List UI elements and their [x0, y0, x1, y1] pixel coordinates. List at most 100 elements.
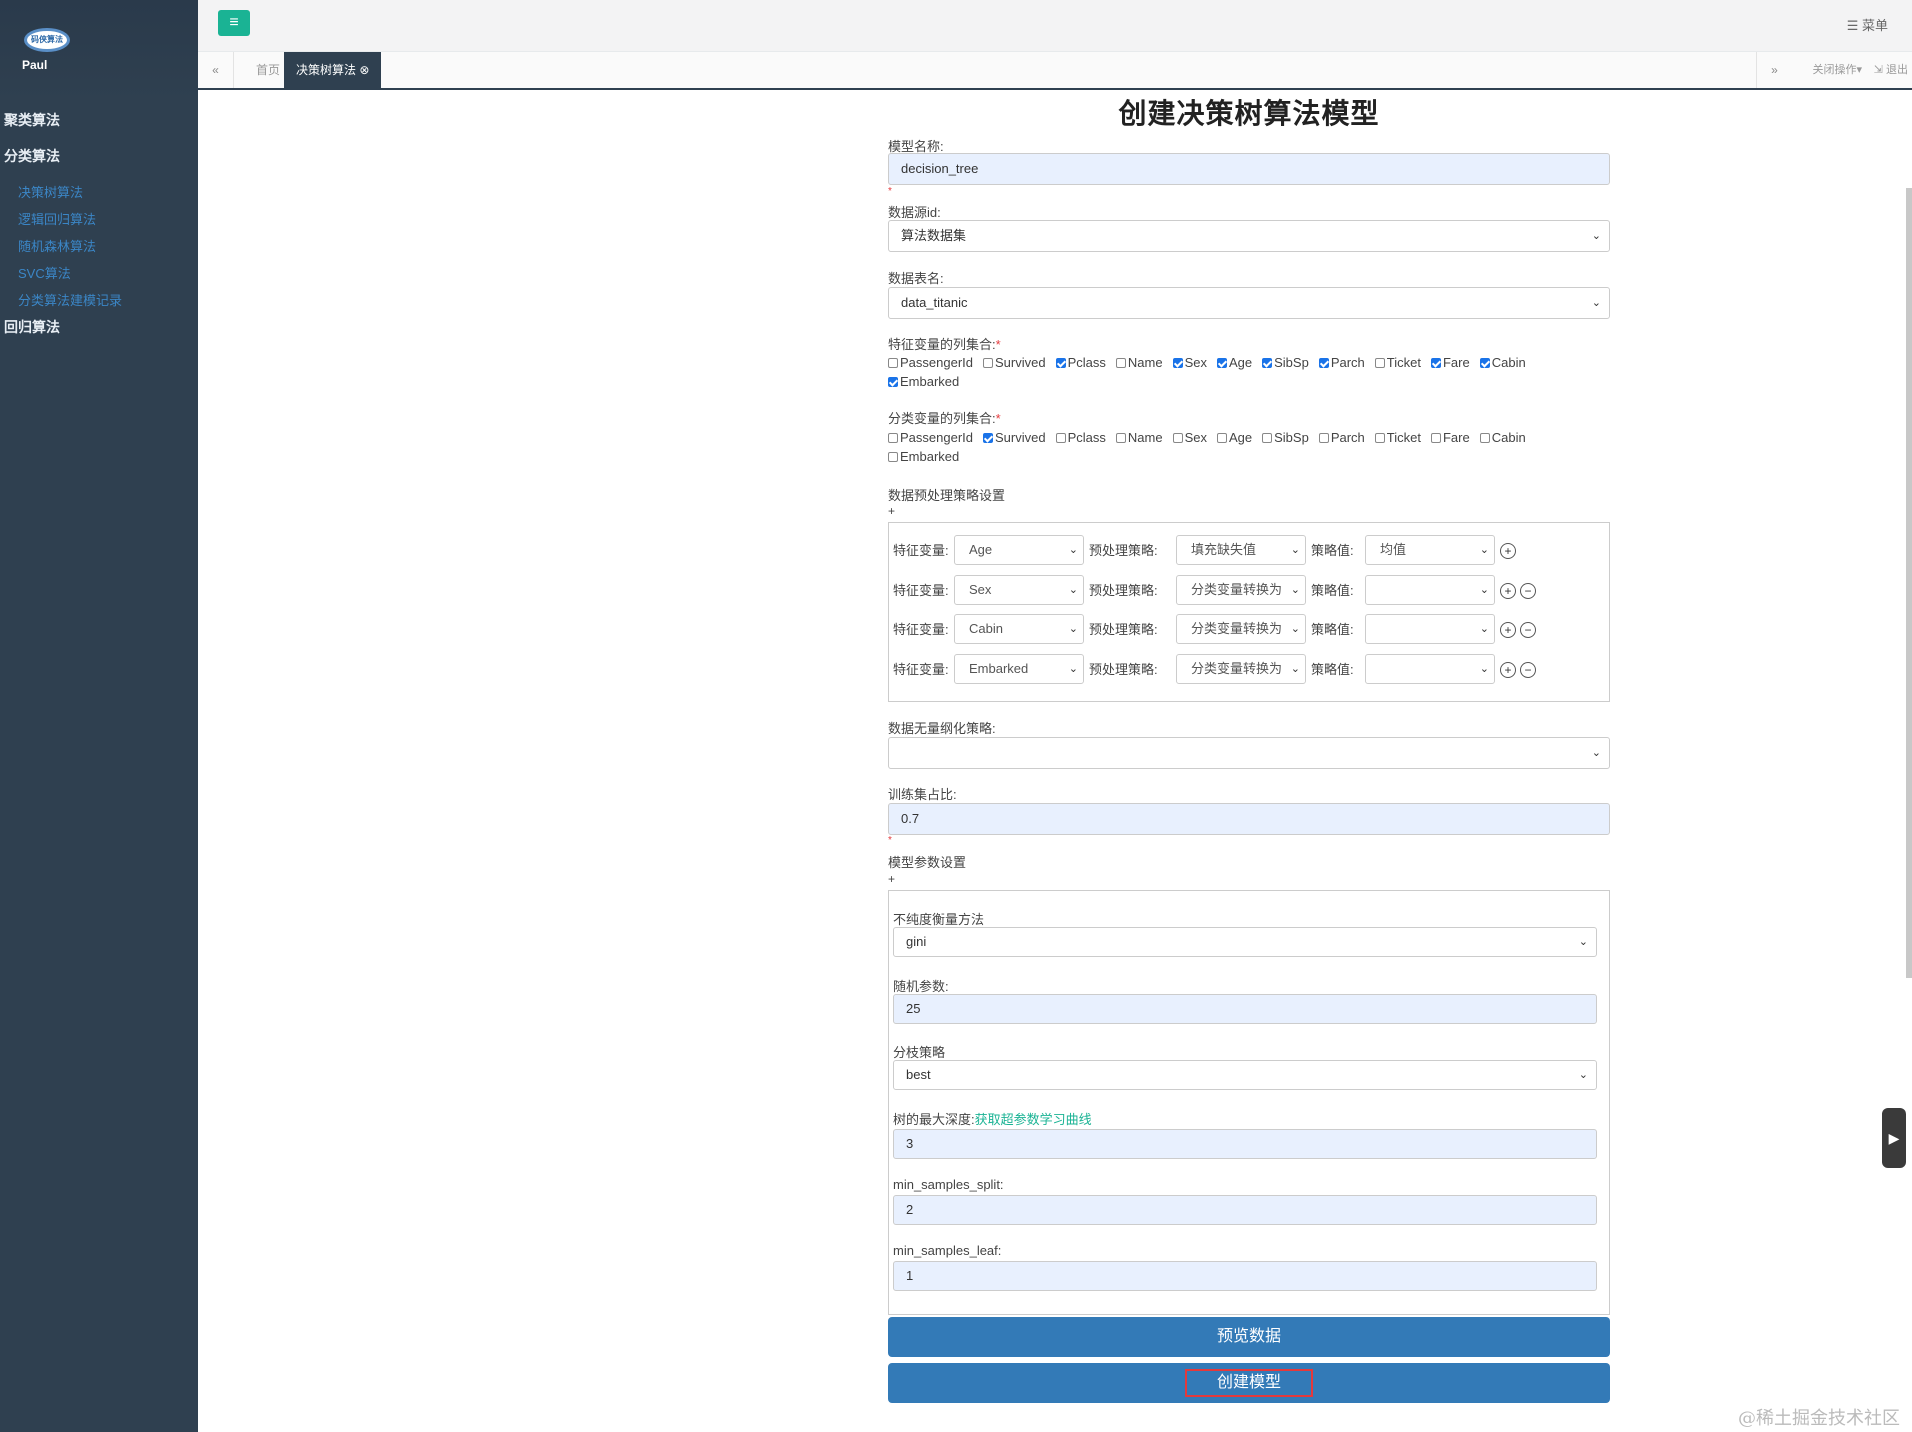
feature-select[interactable]: Embarked ⌄ [954, 653, 1084, 684]
top-menu[interactable]: ☰ 菜单 [1847, 15, 1888, 34]
tab-scroll-left-button[interactable]: « [198, 52, 234, 88]
scrollbar-thumb[interactable] [1906, 188, 1912, 978]
feature-checkbox-fare[interactable]: Fare [1430, 353, 1470, 372]
feature-checkbox-sex[interactable]: Sex [1172, 353, 1207, 372]
menu-toggle-button[interactable]: ≡ [218, 10, 250, 36]
feature-checkbox-name[interactable]: Name [1115, 353, 1163, 372]
add-row-icon[interactable]: + [1500, 582, 1516, 599]
normalize-select[interactable]: ⌄ [888, 737, 1610, 769]
remove-row-icon[interactable]: − [1520, 582, 1536, 599]
create-model-button[interactable]: 创建模型 [888, 1363, 1610, 1403]
feature-label: 特征变量: [893, 543, 949, 558]
class-checkbox-passengerid[interactable]: PassengerId [888, 428, 973, 447]
remove-row-icon[interactable]: − [1520, 622, 1536, 638]
feature-select[interactable]: Age ⌄ [954, 535, 1084, 565]
required-star: * [995, 337, 1001, 352]
random-input[interactable]: 25 [893, 994, 1597, 1024]
nav-svc[interactable]: SVC算法 [18, 263, 71, 282]
nav-decision-tree[interactable]: 决策树算法 [18, 182, 83, 201]
feature-select-value: Age [969, 542, 993, 557]
page-scrollbar[interactable] [1906, 188, 1912, 1432]
user-name[interactable]: Paul [22, 58, 47, 72]
train-ratio-label: 训练集占比: [888, 787, 957, 802]
datasource-select[interactable]: 算法数据集 ⌄ [888, 220, 1610, 252]
class-checkbox-pclass[interactable]: Pclass [1055, 428, 1106, 447]
class-checkbox-fare[interactable]: Fare [1430, 428, 1470, 447]
table-select[interactable]: data_titanic ⌄ [888, 287, 1610, 319]
class-checkbox-ticket[interactable]: Ticket [1374, 428, 1421, 447]
class-checkbox-embarked[interactable]: Embarked [888, 447, 959, 466]
checkbox-icon [888, 452, 898, 462]
logout-label: 退出 [1886, 64, 1908, 76]
strategy-value-select[interactable]: ⌄ [1365, 574, 1495, 605]
add-row-icon[interactable]: + [1500, 661, 1516, 678]
tab-scroll-right-button[interactable]: » [1756, 52, 1792, 88]
class-checkbox-sex[interactable]: Sex [1172, 428, 1207, 447]
strategy-value-select[interactable]: 均值 ⌄ [1365, 535, 1495, 565]
feature-select[interactable]: Cabin ⌄ [954, 614, 1084, 644]
nav-classification[interactable]: 分类算法 [4, 146, 60, 166]
feature-checkbox-age[interactable]: Age [1216, 353, 1252, 372]
max-depth-input[interactable]: 3 [893, 1129, 1597, 1159]
strategy-select[interactable]: 分类变量转换为 ⌄ [1176, 574, 1306, 605]
add-row-icon[interactable]: + [1500, 543, 1516, 559]
checkbox-icon [888, 377, 898, 387]
feature-checkbox-ticket[interactable]: Ticket [1374, 353, 1421, 372]
max-depth-label: 树的最大深度: [893, 1112, 975, 1127]
strategy-select[interactable]: 分类变量转换为 ⌄ [1176, 653, 1306, 684]
preview-data-button[interactable]: 预览数据 [888, 1317, 1610, 1357]
class-checkbox-sibsp[interactable]: SibSp [1262, 428, 1309, 447]
nav-cluster[interactable]: 聚类算法 [4, 110, 60, 130]
feature-checkbox-survived[interactable]: Survived [983, 353, 1046, 372]
close-ops-dropdown[interactable]: 关闭操作▾ [1812, 52, 1862, 88]
remove-row-icon[interactable]: − [1520, 661, 1536, 678]
learning-curve-link[interactable]: 获取超参数学习曲线 [975, 1112, 1092, 1127]
feature-checkbox-parch[interactable]: Parch [1318, 353, 1365, 372]
add-preprocess-button[interactable]: + [888, 504, 895, 518]
nav-logistic-regression[interactable]: 逻辑回归算法 [18, 209, 96, 228]
class-checkbox-age[interactable]: Age [1216, 428, 1252, 447]
hamburger-icon: ≡ [229, 14, 239, 31]
tab-decision-tree[interactable]: 决策树算法 ⊗ [284, 52, 382, 88]
double-chevron-right-icon: » [1771, 63, 1778, 77]
feature-checkbox-embarked[interactable]: Embarked [888, 372, 959, 391]
class-checkbox-cabin[interactable]: Cabin [1479, 428, 1526, 447]
class-checkbox-group: PassengerId Survived Pclass Name Sex Age SibSp… [888, 428, 1610, 466]
strategy-select[interactable]: 分类变量转换为 ⌄ [1176, 614, 1306, 644]
nav-classification-records[interactable]: 分类算法建模记录 [18, 290, 122, 309]
chevron-down-icon: ⌄ [1068, 583, 1078, 596]
feature-checkbox-pclass[interactable]: Pclass [1055, 353, 1106, 372]
close-icon[interactable]: ⊗ [359, 63, 369, 77]
min-split-input[interactable]: 2 [893, 1195, 1597, 1225]
class-checkbox-name[interactable]: Name [1115, 428, 1163, 447]
add-row-icon[interactable]: + [1500, 622, 1516, 638]
feature-checkbox-sibsp[interactable]: SibSp [1262, 353, 1309, 372]
table-value: data_titanic [901, 295, 968, 310]
feature-label: 特征变量: [893, 661, 949, 677]
model-name-input[interactable]: decision_tree [888, 153, 1610, 185]
impurity-label: 不纯度衡量方法 [893, 912, 985, 927]
side-toggle-button[interactable]: ▶ [1882, 1108, 1906, 1168]
feature-checkbox-cabin[interactable]: Cabin [1479, 353, 1526, 372]
train-ratio-input[interactable]: 0.7 [888, 803, 1610, 835]
strategy-value-select[interactable]: ⌄ [1365, 653, 1495, 684]
strategy-select[interactable]: 填充缺失值 ⌄ [1176, 535, 1306, 565]
feature-checkbox-label: Embarked [900, 374, 960, 389]
nav-regression[interactable]: 回归算法 [4, 317, 60, 337]
checkbox-icon [1216, 358, 1227, 368]
watermark: @稀土掘金技术社区 [1738, 1408, 1900, 1429]
feature-checkbox-passengerid[interactable]: PassengerId [888, 353, 973, 372]
logout-button[interactable]: ⇲ 退出 [1874, 52, 1912, 88]
nav-random-forest[interactable]: 随机森林算法 [18, 236, 96, 255]
checkbox-icon [1262, 433, 1273, 443]
min-leaf-input[interactable]: 1 [893, 1261, 1597, 1291]
strategy-value-select[interactable]: ⌄ [1365, 614, 1495, 644]
preprocess-row: 特征变量: Embarked ⌄ 预处理策略: 分类变量转换为 ⌄ 策略值: ⌄ + − [893, 653, 1603, 686]
feature-select[interactable]: Sex ⌄ [954, 574, 1084, 605]
add-param-button[interactable]: + [888, 872, 895, 886]
splitter-select[interactable]: best ⌄ [893, 1060, 1597, 1090]
table-label: 数据表名: [888, 271, 944, 286]
impurity-select[interactable]: gini ⌄ [893, 927, 1597, 957]
class-checkbox-survived[interactable]: Survived [983, 428, 1046, 447]
class-checkbox-parch[interactable]: Parch [1318, 428, 1365, 447]
